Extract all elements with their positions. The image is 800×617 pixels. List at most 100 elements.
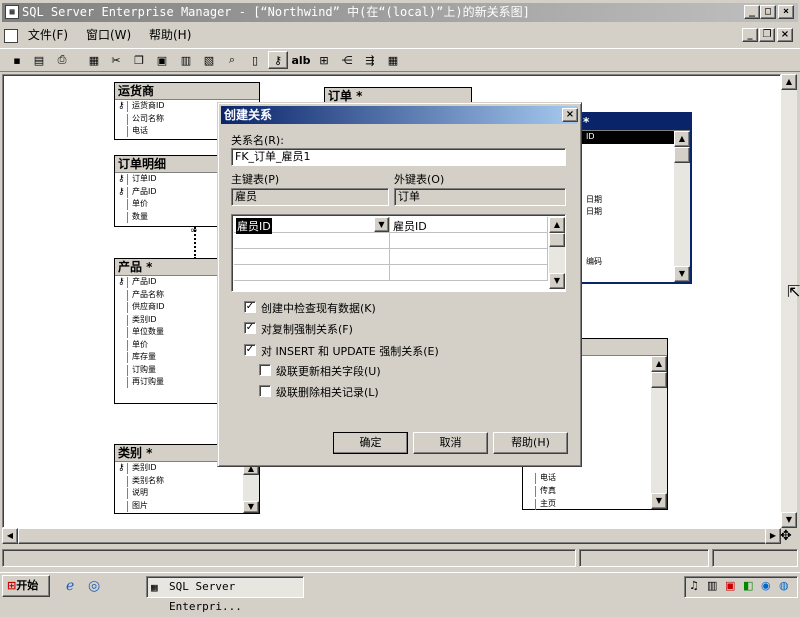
scroll-left-icon[interactable]: ◀ (2, 528, 18, 544)
table-row[interactable]: 订购量 (115, 364, 221, 377)
menu-file[interactable]: 文件(F) (28, 28, 68, 42)
scroll-down-icon[interactable]: ▼ (651, 493, 667, 509)
maximize-button[interactable]: □ (760, 5, 776, 19)
show-icon[interactable]: ▯ (245, 51, 265, 69)
quick-launch-icon[interactable]: ◎ (88, 578, 100, 594)
scroll-down-icon[interactable]: ▼ (674, 266, 690, 282)
paste-icon[interactable]: ▣ (152, 51, 172, 69)
scroll-down-icon[interactable]: ▼ (243, 501, 259, 513)
scroll-up-icon[interactable]: ▲ (781, 74, 797, 90)
menu-window[interactable]: 窗口(W) (86, 28, 131, 42)
table-row[interactable]: 主页 (523, 498, 643, 511)
enforce-insert-update-checkbox[interactable]: ✓ (244, 344, 256, 356)
tray-globe-icon[interactable]: ◉ (761, 579, 771, 592)
tray-network-icon[interactable]: ♫ (689, 579, 699, 592)
primary-column-cell[interactable]: 雇员ID ▼ (234, 217, 390, 234)
new-table-icon[interactable]: ▦ (84, 51, 104, 69)
table-row[interactable]: 类别ID (115, 314, 221, 327)
dialog-close-button[interactable]: × (562, 108, 578, 122)
columns-grid[interactable]: 雇员ID ▼ 雇员ID ▲ ▼ (231, 214, 566, 292)
table-row[interactable]: 数量 (115, 211, 221, 224)
cancel-button[interactable]: 取消 (413, 432, 488, 454)
table-row[interactable]: 传真 (523, 485, 643, 498)
enforce-replication-checkbox[interactable]: ✓ (244, 322, 256, 334)
table-row[interactable]: 单价 (115, 198, 221, 211)
table-row[interactable]: 单位数量 (115, 326, 221, 339)
grid-empty-cell[interactable] (234, 265, 390, 281)
cascade-delete-checkbox[interactable] (259, 385, 271, 397)
properties-icon[interactable]: ▤ (29, 51, 49, 69)
add-related-icon[interactable]: ▧ (199, 51, 219, 69)
table-row[interactable]: 供应商ID (115, 301, 221, 314)
scroll-thumb[interactable] (18, 528, 768, 544)
layout-icon[interactable]: ⋲ (337, 51, 357, 69)
table-order-details[interactable]: 订单明细 ⚷ 订单ID ⚷ 产品ID 单价 数量 (114, 155, 222, 227)
copy-icon[interactable]: ❐ (129, 51, 149, 69)
table-row[interactable]: 库存量 (115, 351, 221, 364)
menu-help[interactable]: 帮助(H) (149, 28, 191, 42)
save-icon[interactable]: ▪ (7, 51, 27, 69)
grid-scrollbar[interactable]: ▲ ▼ (549, 217, 565, 289)
arrange-icon[interactable]: ⇶ (360, 51, 380, 69)
scroll-up-icon[interactable]: ▲ (651, 356, 667, 372)
scroll-down-icon[interactable]: ▼ (781, 512, 797, 528)
table-products[interactable]: 产品 * ⚷ 产品ID 产品名称 供应商ID 类别ID 单位数量 单价 库存量 订… (114, 258, 222, 404)
tray-security-icon[interactable]: ▣ (725, 579, 735, 592)
table-row[interactable]: 图片 (115, 500, 259, 513)
table-scrollbar[interactable]: ▲ ▼ (243, 463, 259, 513)
table-selected[interactable]: * ID 日期 日期 编码 ▲ ▼ (578, 112, 692, 284)
print-icon[interactable]: ⎙ (52, 51, 72, 69)
table-row[interactable]: 产品名称 (115, 289, 221, 302)
child-close-button[interactable]: × (777, 28, 793, 42)
tray-service-icon[interactable]: ◍ (779, 579, 789, 592)
grid-empty-cell[interactable] (234, 249, 390, 265)
table-scrollbar[interactable]: ▲ ▼ (651, 356, 667, 509)
table-row[interactable]: ⚷ 订单ID (115, 173, 221, 186)
table-row[interactable]: 类别名称 (115, 475, 259, 488)
scroll-up-icon[interactable]: ▲ (549, 217, 565, 233)
ok-button[interactable]: 确定 (333, 432, 408, 454)
chevron-down-icon[interactable]: ▼ (374, 217, 389, 232)
scroll-thumb[interactable] (674, 147, 690, 163)
canvas-vertical-scrollbar[interactable]: ▲ ▼ (781, 74, 797, 528)
zoom-icon[interactable]: ⌕ (222, 51, 242, 69)
relationship-icon[interactable]: ⊞ (314, 51, 334, 69)
scroll-thumb[interactable] (549, 233, 565, 247)
add-table-icon[interactable]: ▥ (176, 51, 196, 69)
scroll-right-icon[interactable]: ▶ (765, 528, 781, 544)
ie-icon[interactable]: ℯ (66, 578, 74, 594)
task-enterprise-manager[interactable]: ▦ SQL Server Enterpri... (146, 576, 304, 613)
indexes-icon[interactable]: ▦ (383, 51, 403, 69)
move-icon[interactable]: ✥ (780, 528, 792, 544)
grid-empty-cell[interactable] (390, 249, 548, 265)
help-button[interactable]: 帮助(H) (493, 432, 568, 454)
close-button[interactable]: × (778, 5, 794, 19)
scroll-thumb[interactable] (651, 372, 667, 388)
table-scrollbar[interactable]: ▲ ▼ (674, 131, 690, 282)
table-row[interactable]: ⚷ 产品ID (115, 186, 221, 199)
cascade-update-checkbox[interactable] (259, 364, 271, 376)
scroll-down-icon[interactable]: ▼ (549, 273, 565, 289)
grid-empty-cell[interactable] (390, 233, 548, 249)
grid-empty-cell[interactable] (234, 233, 390, 249)
tray-sql-icon[interactable]: ▥ (707, 579, 717, 592)
scroll-up-icon[interactable]: ▲ (674, 131, 690, 147)
check-existing-data-checkbox[interactable]: ✓ (244, 301, 256, 313)
table-row[interactable]: 电话 (523, 472, 643, 485)
start-button[interactable]: ⊞开始 (2, 575, 50, 597)
table-row[interactable]: ⚷ 产品ID (115, 276, 221, 289)
grid-empty-cell[interactable] (390, 265, 548, 281)
table-row[interactable]: 说明 (115, 487, 259, 500)
minimize-button[interactable]: _ (744, 5, 760, 19)
relationship-name-input[interactable]: FK_订单_雇员1 (231, 148, 566, 166)
table-row[interactable]: 单价 (115, 339, 221, 352)
key-icon[interactable]: ⚷ (268, 51, 288, 69)
child-minimize-button[interactable]: _ (742, 28, 758, 42)
table-row[interactable]: 再订购量 (115, 376, 221, 389)
foreign-column-cell[interactable]: 雇员ID (390, 217, 548, 233)
canvas-horizontal-scrollbar[interactable]: ◀ ▶ (2, 528, 781, 544)
cut-icon[interactable]: ✂ (106, 51, 126, 69)
tray-monitor-icon[interactable]: ◧ (743, 579, 753, 592)
text-label-icon[interactable]: alb (291, 51, 311, 69)
child-restore-button[interactable]: ❐ (759, 28, 775, 42)
